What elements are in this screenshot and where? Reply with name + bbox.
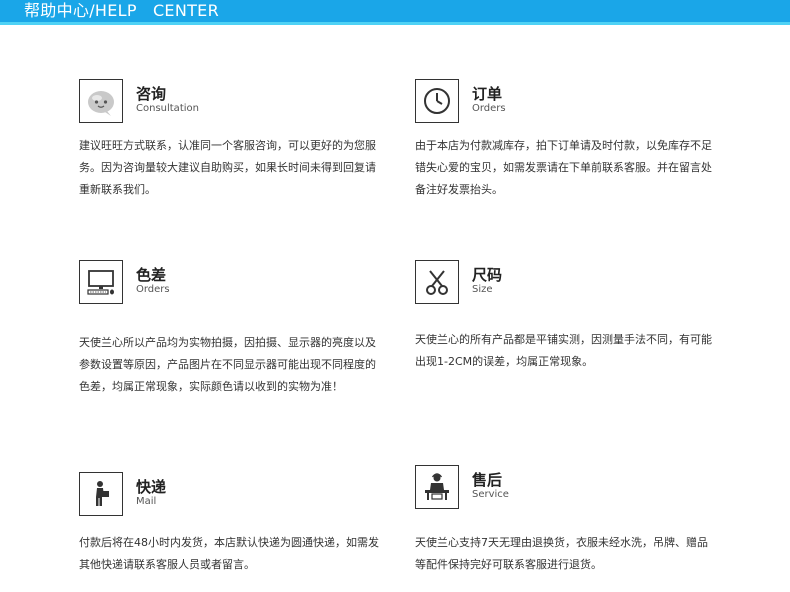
courier-icon (79, 472, 123, 516)
section-subtitle: Service (472, 489, 509, 500)
section-text: 天使兰心支持7天无理由退换货，衣服未经水洗，吊牌、赠品等配件保持完好可联系客服进… (415, 536, 708, 571)
section-size: 尺码 Size 天使兰心的所有产品都是平铺实测，因测量手法不同，有可能出现1-2… (415, 260, 715, 390)
scissors-icon (415, 260, 459, 304)
section-consultation: 咨询 Consultation 建议旺旺方式联系，认准同一个客服咨询，可以更好的… (79, 79, 379, 209)
section-title: 快递 (136, 478, 167, 496)
header-bar: 帮助中心/HELP CENTER (0, 0, 790, 25)
section-subtitle: Size (472, 284, 493, 295)
page-title: 帮助中心/HELP CENTER (24, 1, 220, 20)
section-text: 建议旺旺方式联系，认准同一个客服咨询，可以更好的为您服务。因为咨询量较大建议自助… (79, 139, 376, 196)
section-title: 订单 (472, 85, 503, 103)
section-text: 天使兰心的所有产品都是平铺实测，因测量手法不同，有可能出现1-2CM的误差，均属… (415, 333, 712, 368)
chat-bubble-icon (79, 79, 123, 123)
section-title: 售后 (472, 471, 503, 489)
service-desk-icon (415, 465, 459, 509)
computer-icon (79, 260, 123, 304)
section-title: 尺码 (472, 266, 503, 284)
section-title: 咨询 (136, 85, 167, 103)
section-orders: 订单 Orders 由于本店为付款减库存，拍下订单请及时付款，以免库存不足错失心… (415, 79, 715, 209)
section-service: 售后 Service 天使兰心支持7天无理由退换货，衣服未经水洗，吊牌、赠品等配… (415, 465, 715, 580)
section-color-difference: 色差 Orders 天使兰心所以产品均为实物拍摄，因拍摄、显示器的亮度以及参数设… (79, 260, 379, 430)
section-mail: 快递 Mail 付款后将在48小时内发货，本店默认快递为圆通快递，如需发其他快递… (79, 472, 379, 582)
section-subtitle: Orders (472, 103, 506, 114)
clock-icon (415, 79, 459, 123)
section-subtitle: Orders (136, 284, 170, 295)
section-title: 色差 (136, 266, 167, 284)
section-subtitle: Mail (136, 496, 157, 507)
section-text: 由于本店为付款减库存，拍下订单请及时付款，以免库存不足错失心爱的宝贝，如需发票请… (415, 139, 712, 196)
section-text: 天使兰心所以产品均为实物拍摄，因拍摄、显示器的亮度以及参数设置等原因，产品图片在… (79, 336, 376, 393)
section-subtitle: Consultation (136, 103, 199, 114)
section-text: 付款后将在48小时内发货，本店默认快递为圆通快递，如需发其他快递请联系客服人员或… (79, 536, 379, 571)
